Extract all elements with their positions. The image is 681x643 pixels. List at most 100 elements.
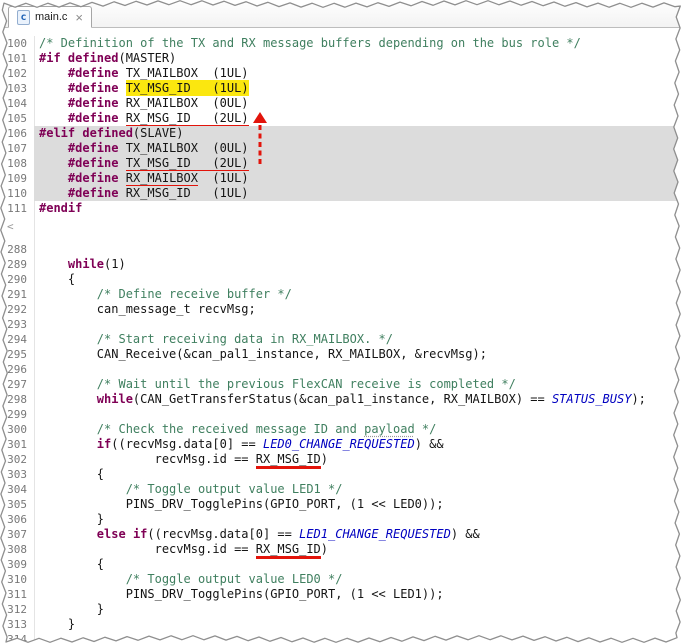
line-number: 299 [7,408,27,421]
code-text: } [39,617,76,631]
code-line[interactable]: 297 /* Wait until the previous FlexCAN r… [0,377,681,392]
code-text: #endif [39,201,83,215]
code-editor[interactable]: 100 /* Definition of the TX and RX messag… [0,28,681,643]
line-number: 300 [7,423,27,436]
line-number: 295 [7,348,27,361]
code-line[interactable]: 290 { [0,272,681,287]
code-line[interactable]: 308 recvMsg.id == RX_MSG_ID) [0,542,681,559]
code-line[interactable]: 311 PINS_DRV_TogglePins(GPIO_PORT, (1 <<… [0,587,681,602]
code-line[interactable]: 313 } [0,617,681,632]
tab-main-c[interactable]: c main.c × [8,6,92,28]
line-number: 294 [7,333,27,346]
code-line[interactable]: 301 if((recvMsg.data[0] == LED0_CHANGE_R… [0,437,681,452]
code-text: #define RX_MAILBOX (0UL) [67,96,249,110]
code-line[interactable]: 293 [0,317,681,332]
code-line[interactable]: 302 recvMsg.id == RX_MSG_ID) [0,452,681,469]
code-text: recvMsg.id == RX_MSG_ID) [34,542,681,559]
code-line[interactable]: 305 PINS_DRV_TogglePins(GPIO_PORT, (1 <<… [0,497,681,512]
code-line[interactable]: 107 #define TX_MAILBOX (0UL) [0,141,681,156]
line-number: 105 [7,112,27,125]
line-number: 290 [7,273,27,286]
code-line[interactable]: 108 #define TX_MSG_ID (2UL) [0,156,681,173]
code-text: PINS_DRV_TogglePins(GPIO_PORT, (1 << LED… [39,587,444,601]
code-line[interactable]: 298 while(CAN_GetTransferStatus(&can_pal… [0,392,681,407]
line-number: 292 [7,303,27,316]
fold-marker-icon[interactable]: < [7,220,14,233]
line-number: 289 [7,258,27,271]
code-text: else if((recvMsg.data[0] == LED1_CHANGE_… [96,527,480,541]
code-text: /* Toggle output value LED0 */ [125,572,343,586]
code-line[interactable]: 291 /* Define receive buffer */ [0,287,681,302]
annotation-arrow-icon [253,112,267,165]
code-line[interactable]: 299 [0,407,681,422]
code-line[interactable]: 292 can_message_t recvMsg; [0,302,681,317]
line-number: 291 [7,288,27,301]
line-number: 293 [7,318,27,331]
line-number: 301 [7,438,27,451]
code-line[interactable]: 110 #define RX_MSG_ID (1UL) [0,186,681,201]
code-line[interactable]: 300 /* Check the received message ID and… [0,422,681,437]
code-text: #define TX_MAILBOX (1UL) [67,66,249,80]
code-line[interactable]: 102 #define TX_MAILBOX (1UL) [0,66,681,81]
code-text: can_message_t recvMsg; [39,302,256,316]
code-text: while(CAN_GetTransferStatus(&can_pal1_in… [96,392,646,406]
line-number: 314 [7,633,27,643]
c-file-icon: c [17,9,30,25]
code-line[interactable]: 312 } [0,602,681,617]
code-text: #define RX_MSG_ID (2UL) [34,111,681,128]
code-line[interactable]: 295 CAN_Receive(&can_pal1_instance, RX_M… [0,347,681,362]
tab-close-icon[interactable]: × [75,11,83,24]
line-number: 107 [7,142,27,155]
code-line[interactable]: 100 /* Definition of the TX and RX messag… [0,36,681,51]
line-number: 288 [7,243,27,256]
code-line[interactable]: 310 /* Toggle output value LED0 */ [0,572,681,587]
code-text: #elif defined(SLAVE) [34,126,681,141]
code-line[interactable]: 294 /* Start receiving data in RX_MAILBO… [0,332,681,347]
code-text: #define TX_MAILBOX (0UL) [34,141,681,156]
line-number: 305 [7,498,27,511]
line-number: 111 [7,202,27,215]
code-line[interactable]: 309 { [0,557,681,572]
line-number: 310 [7,573,27,586]
code-text: #define RX_MSG_ID (1UL) [34,186,681,201]
code-line[interactable]: 296 [0,362,681,377]
tab-label: main.c [35,11,68,23]
code-line[interactable]: 314 [0,632,681,643]
code-line[interactable]: 109 #define RX_MAILBOX (1UL) [0,171,681,188]
line-number: 103 [7,82,27,95]
code-line[interactable]: 289 while(1) [0,257,681,272]
line-number: 306 [7,513,27,526]
line-number: 101 [7,52,27,65]
line-number: 297 [7,378,27,391]
code-line[interactable]: 111 #endif [0,201,681,216]
code-text: #define TX_MSG_ID (2UL) [34,156,681,173]
line-number: 302 [7,453,27,466]
code-text: /* Toggle output value LED1 */ [125,482,343,496]
code-line[interactable]: 306 } [0,512,681,527]
line-number: 311 [7,588,27,601]
code-line[interactable]: 105 #define RX_MSG_ID (2UL) [0,111,681,128]
code-line[interactable]: 106 #elif defined(SLAVE) [0,126,681,141]
code-text: /* Define receive buffer */ [96,287,292,301]
line-number: 108 [7,157,27,170]
code-lines: 100 /* Definition of the TX and RX messag… [0,36,681,643]
code-text: PINS_DRV_TogglePins(GPIO_PORT, (1 << LED… [39,497,444,511]
line-number: 298 [7,393,27,406]
code-text: while(1) [67,257,126,271]
code-line[interactable]: 103 #define TX_MSG_ID (1UL) [0,81,681,96]
line-number: 102 [7,67,27,80]
code-line[interactable]: 101 #if defined(MASTER) [0,51,681,66]
code-line[interactable]: 303 { [0,467,681,482]
code-line[interactable]: 104 #define RX_MAILBOX (0UL) [0,96,681,111]
code-line[interactable]: 304 /* Toggle output value LED1 */ [0,482,681,497]
line-number: 303 [7,468,27,481]
code-text: if((recvMsg.data[0] == LED0_CHANGE_REQUE… [96,437,444,451]
code-text: /* Wait until the previous FlexCAN recei… [96,377,516,391]
line-number: 106 [7,127,27,140]
code-line[interactable]: 288 [0,242,681,257]
line-number: 104 [7,97,27,110]
code-line[interactable]: 307 else if((recvMsg.data[0] == LED1_CHA… [0,527,681,542]
